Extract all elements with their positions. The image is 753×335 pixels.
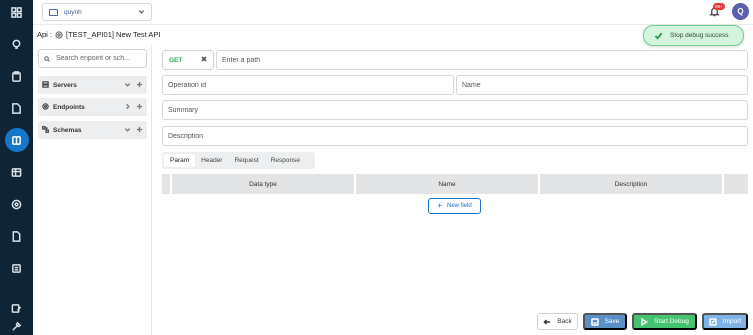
column-description: Description [540,174,724,194]
tab-header[interactable]: Header [195,154,228,167]
list-icon[interactable] [0,256,33,280]
name-input[interactable] [457,76,747,94]
add-icon[interactable] [136,126,143,135]
workspace-name: quynh [64,8,82,16]
tab-request[interactable]: Request [228,154,264,167]
file-icon[interactable] [0,224,33,248]
plus-icon: + [437,201,442,210]
save-button[interactable]: Save [583,313,627,330]
clipboard-icon[interactable] [0,64,33,88]
tab-response[interactable]: Response [265,154,306,167]
add-icon[interactable] [136,103,143,112]
add-icon[interactable] [136,81,143,90]
tree-item-label: Endpoints [53,103,85,111]
close-icon[interactable] [201,56,207,64]
tree-item-label: Schemas [53,126,82,134]
toast-message: Stop debug success [670,32,729,39]
operation-id-field [162,75,454,95]
target-icon[interactable] [0,192,33,216]
tree-item-label: Servers [53,81,77,89]
tree-search [38,49,147,68]
back-button[interactable]: Back [537,313,578,330]
monitor-icon [49,8,58,16]
bulb-icon[interactable] [0,32,33,56]
import-label: Import [722,318,742,325]
apps-grid-icon[interactable] [0,0,33,24]
table-handle-column [162,174,172,194]
summary-input[interactable] [163,101,747,119]
back-label: Back [557,318,572,325]
method-select[interactable]: GET [162,50,214,70]
save-label: Save [604,318,620,325]
play-icon [641,317,649,326]
start-debug-button[interactable]: Start Debug [632,313,697,330]
success-toast: Stop debug success [643,25,744,46]
operation-id-input[interactable] [163,76,453,94]
avatar[interactable]: Q [732,3,749,20]
gear-icon [55,30,63,39]
tree-item-schemas[interactable]: Schemas [38,121,147,139]
chevron-down-icon[interactable] [124,126,131,135]
summary-field [162,100,748,120]
breadcrumb-prefix: Api : [37,30,53,39]
new-field-button[interactable]: + New field [428,198,481,214]
tree-item-servers[interactable]: Servers [38,76,147,94]
name-field [456,75,748,95]
page-title: [TEST_API01] New Test API [66,30,161,39]
request-tabs: Param Header Request Response [162,152,315,169]
save-icon [590,317,599,326]
server-icon [42,80,49,90]
schema-icon [42,125,49,135]
import-icon [709,317,717,326]
left-rail [0,0,33,335]
workspace-select[interactable]: quynh [42,3,152,21]
description-field [162,126,748,146]
new-field-label: New field [446,203,472,209]
chevron-down-icon [138,8,145,17]
document-icon[interactable] [0,96,33,120]
notification-badge: 99+ [713,3,725,10]
breadcrumb: Api : [TEST_API01] New Test API [37,30,161,39]
path-input[interactable] [217,51,747,69]
search-input[interactable] [56,55,146,62]
table-icon[interactable] [0,160,33,184]
start-debug-label: Start Debug [654,318,689,325]
tools-icon[interactable] [0,314,33,335]
import-button[interactable]: Import [702,313,748,330]
tab-param[interactable]: Param [164,154,196,167]
chevron-right-icon[interactable] [124,103,131,112]
column-name: Name [356,174,540,194]
search-icon [44,55,50,62]
endpoint-icon [42,102,49,112]
active-indicator [4,128,29,152]
path-field [216,50,748,70]
chevron-down-icon[interactable] [124,81,131,90]
check-icon [654,32,663,40]
param-table-header: Data type Name Description [162,174,748,194]
arrow-left-icon [543,318,551,325]
top-bar: quynh 99+ Q [33,0,753,25]
tree-item-endpoints[interactable]: Endpoints [38,98,147,116]
table-actions-column [724,174,748,194]
api-tree-panel: Servers Endpoints Schemas [33,45,152,335]
column-data-type: Data type [172,174,356,194]
description-input[interactable] [163,127,747,145]
api-book-icon[interactable] [0,128,33,152]
method-label: GET [169,56,183,64]
app-root: quynh 99+ Q Api : [TEST_API01] New Test … [0,0,753,335]
